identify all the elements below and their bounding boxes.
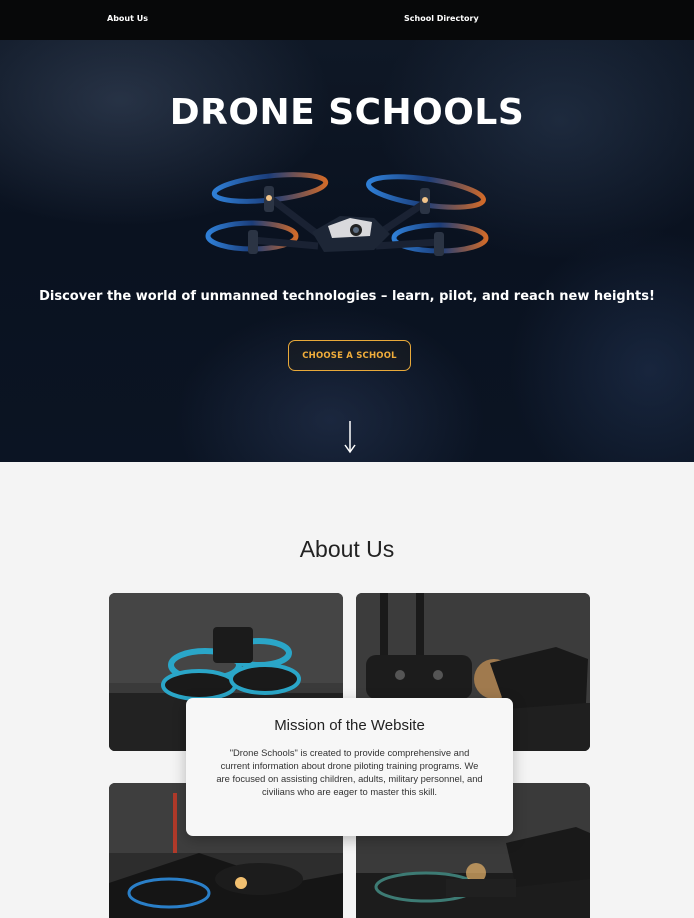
- mission-card: Mission of the Website "Drone Schools" i…: [186, 698, 513, 836]
- nav-link-about-us[interactable]: About Us: [107, 14, 148, 23]
- choose-school-button[interactable]: CHOOSE A SCHOOL: [288, 340, 411, 371]
- hero-section: DRONE SCHOOLS Discover the world of unma…: [0, 40, 694, 462]
- about-title: About Us: [299, 536, 395, 562]
- mission-text: "Drone Schools" is created to provide co…: [216, 747, 483, 797]
- drone-image: [205, 172, 489, 256]
- mission-title: Mission of the Website: [274, 717, 425, 734]
- hero-subtitle: Discover the world of unmanned technolog…: [39, 289, 655, 304]
- nav-link-school-directory[interactable]: School Directory: [404, 14, 479, 23]
- top-navigation: About Us School Directory: [0, 0, 694, 40]
- hero-title: DRONE SCHOOLS: [169, 92, 525, 133]
- down-arrow-icon[interactable]: [340, 420, 360, 454]
